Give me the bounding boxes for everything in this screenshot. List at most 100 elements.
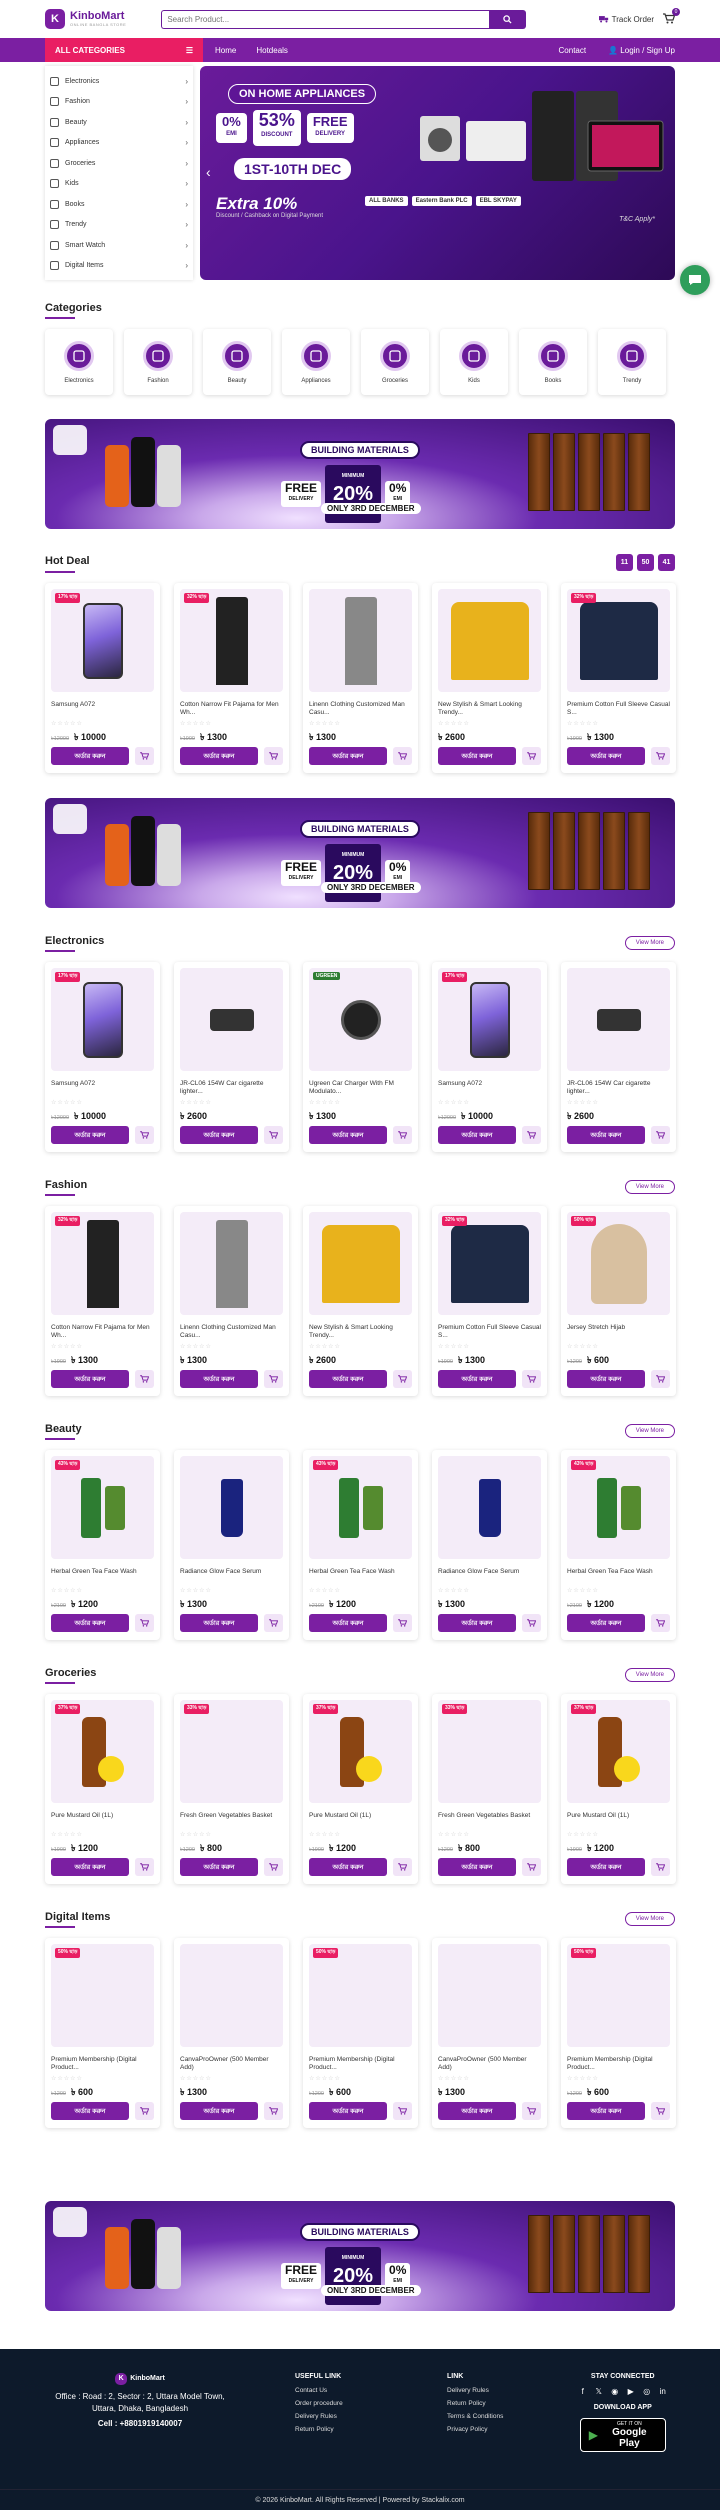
sidebar-category-item[interactable]: Appliances › (50, 133, 188, 154)
add-to-cart-button[interactable] (651, 2102, 670, 2120)
product-name[interactable]: Linenn Clothing Customized Man Casu... (309, 701, 412, 719)
nav-home[interactable]: Home (215, 46, 236, 55)
product-name[interactable]: New Stylish & Smart Looking Trendy... (438, 701, 541, 719)
product-image[interactable]: 32% ছাড় (567, 589, 670, 692)
product-image[interactable] (180, 1456, 283, 1559)
product-image[interactable] (180, 968, 283, 1071)
product-image[interactable]: 32% ছাড় (438, 1212, 541, 1315)
order-button[interactable]: অর্ডার করুন (51, 747, 129, 765)
product-name[interactable]: Herbal Green Tea Face Wash (51, 1568, 154, 1586)
order-button[interactable]: অর্ডার করুন (438, 747, 516, 765)
product-image[interactable]: 17% ছাড় (51, 589, 154, 692)
view-more-button[interactable]: View More (624, 935, 675, 950)
product-image[interactable]: 32% ছাড় (180, 589, 283, 692)
product-image[interactable]: 50% ছাড় (567, 1212, 670, 1315)
product-name[interactable]: Herbal Green Tea Face Wash (567, 1568, 670, 1586)
product-image[interactable] (180, 1212, 283, 1315)
order-button[interactable]: অর্ডার করুন (51, 1126, 129, 1144)
product-image[interactable]: UGREEN (309, 968, 412, 1071)
add-to-cart-button[interactable] (264, 1370, 283, 1388)
product-card[interactable]: 50% ছাড় Premium Membership (Digital Prod… (303, 1938, 418, 2128)
order-button[interactable]: অর্ডার করুন (567, 2102, 645, 2120)
add-to-cart-button[interactable] (135, 1126, 154, 1144)
add-to-cart-button[interactable] (651, 1126, 670, 1144)
order-button[interactable]: অর্ডার করুন (309, 1370, 387, 1388)
add-to-cart-button[interactable] (135, 2102, 154, 2120)
instagram-icon[interactable]: ◎ (642, 2387, 651, 2396)
order-button[interactable]: অর্ডার করুন (51, 1370, 129, 1388)
product-name[interactable]: Fresh Green Vegetables Basket (180, 1812, 283, 1830)
order-button[interactable]: অর্ডার করুন (180, 747, 258, 765)
add-to-cart-button[interactable] (393, 1614, 412, 1632)
product-name[interactable]: JR-CL06 154W Car cigarette lighter... (180, 1080, 283, 1098)
add-to-cart-button[interactable] (135, 1614, 154, 1632)
product-name[interactable]: Radiance Glow Face Serum (438, 1568, 541, 1586)
x-icon[interactable]: 𝕏 (594, 2387, 603, 2396)
add-to-cart-button[interactable] (264, 747, 283, 765)
product-card[interactable]: CanvaProOwner (500 Member Add) ☆☆☆☆☆ ৳ 130… (432, 1938, 547, 2128)
product-card[interactable]: 37% ছাড় Pure Mustard Oil (1L) ☆☆☆☆☆ ৳1900 ৳… (303, 1694, 418, 1884)
product-name[interactable]: Radiance Glow Face Serum (180, 1568, 283, 1586)
order-button[interactable]: অর্ডার করুন (180, 1126, 258, 1144)
product-card[interactable]: 50% ছাড় Jersey Stretch Hijab ☆☆☆☆☆ ৳1200 ৳ … (561, 1206, 676, 1396)
product-name[interactable]: Herbal Green Tea Face Wash (309, 1568, 412, 1586)
add-to-cart-button[interactable] (264, 1858, 283, 1876)
product-card[interactable]: UGREEN Ugreen Car Charger With FM Modulat… (303, 962, 418, 1152)
product-image[interactable]: 33% ছাড় (180, 1700, 283, 1803)
product-name[interactable]: Premium Membership (Digital Product... (51, 2056, 154, 2074)
product-image[interactable] (180, 1944, 283, 2047)
footer-link-order[interactable]: Order procedure (295, 2400, 447, 2407)
order-button[interactable]: অর্ডার করুন (309, 1126, 387, 1144)
order-button[interactable]: অর্ডার করুন (438, 1614, 516, 1632)
product-card[interactable]: 32% ছাড় Cotton Narrow Fit Pajama for Men… (174, 583, 289, 773)
product-card[interactable]: 43% ছাড় Herbal Green Tea Face Wash ☆☆☆☆☆ ৳… (45, 1450, 160, 1640)
add-to-cart-button[interactable] (651, 1614, 670, 1632)
order-button[interactable]: অর্ডার করুন (51, 1858, 129, 1876)
product-card[interactable]: Radiance Glow Face Serum ☆☆☆☆☆ ৳ 1300 অর্ডা… (432, 1450, 547, 1640)
product-image[interactable]: 17% ছাড় (51, 968, 154, 1071)
add-to-cart-button[interactable] (651, 747, 670, 765)
product-name[interactable]: Cotton Narrow Fit Pajama for Men Wh... (51, 1324, 154, 1342)
view-more-button[interactable]: View More (624, 1667, 675, 1682)
category-card[interactable]: Trendy (598, 329, 666, 395)
sidebar-category-item[interactable]: Smart Watch › (50, 235, 188, 256)
product-name[interactable]: Pure Mustard Oil (1L) (309, 1812, 412, 1830)
all-categories-button[interactable]: ALL CATEGORIES ☰ (45, 38, 203, 62)
youtube-icon[interactable]: ▶ (626, 2387, 635, 2396)
add-to-cart-button[interactable] (522, 2102, 541, 2120)
sidebar-category-item[interactable]: Beauty › (50, 112, 188, 133)
view-more-button[interactable]: View More (624, 1179, 675, 1194)
product-image[interactable] (438, 1944, 541, 2047)
order-button[interactable]: অর্ডার করুন (309, 747, 387, 765)
add-to-cart-button[interactable] (522, 1614, 541, 1632)
category-card[interactable]: Appliances (282, 329, 350, 395)
product-image[interactable] (438, 589, 541, 692)
add-to-cart-button[interactable] (264, 2102, 283, 2120)
add-to-cart-button[interactable] (264, 1614, 283, 1632)
product-name[interactable]: Samsung A072 (438, 1080, 541, 1098)
add-to-cart-button[interactable] (393, 1858, 412, 1876)
product-name[interactable]: CanvaProOwner (500 Member Add) (180, 2056, 283, 2074)
category-card[interactable]: Beauty (203, 329, 271, 395)
order-button[interactable]: অর্ডার করুন (438, 1126, 516, 1144)
product-name[interactable]: Samsung A072 (51, 701, 154, 719)
product-image[interactable]: 17% ছাড় (438, 968, 541, 1071)
cart-button[interactable]: 0 (663, 7, 680, 26)
product-card[interactable]: 43% ছাড় Herbal Green Tea Face Wash ☆☆☆☆☆ ৳… (303, 1450, 418, 1640)
sidebar-category-item[interactable]: Electronics › (50, 71, 188, 92)
add-to-cart-button[interactable] (393, 747, 412, 765)
product-image[interactable]: 43% ছাড় (309, 1456, 412, 1559)
product-name[interactable]: Premium Cotton Full Sleeve Casual S... (567, 701, 670, 719)
product-image[interactable]: 37% ছাড় (51, 1700, 154, 1803)
add-to-cart-button[interactable] (522, 1858, 541, 1876)
order-button[interactable]: অর্ডার করুন (51, 2102, 129, 2120)
product-name[interactable]: Jersey Stretch Hijab (567, 1324, 670, 1342)
product-image[interactable]: 37% ছাড় (567, 1700, 670, 1803)
sidebar-category-item[interactable]: Trendy › (50, 215, 188, 236)
category-card[interactable]: Groceries (361, 329, 429, 395)
promo-banner[interactable]: BUILDING MATERIALS FREE DELIVERY MINIMUM 2… (45, 2201, 675, 2311)
product-image[interactable] (567, 968, 670, 1071)
product-image[interactable]: 50% ছাড় (51, 1944, 154, 2047)
product-name[interactable]: Pure Mustard Oil (1L) (51, 1812, 154, 1830)
add-to-cart-button[interactable] (393, 1370, 412, 1388)
